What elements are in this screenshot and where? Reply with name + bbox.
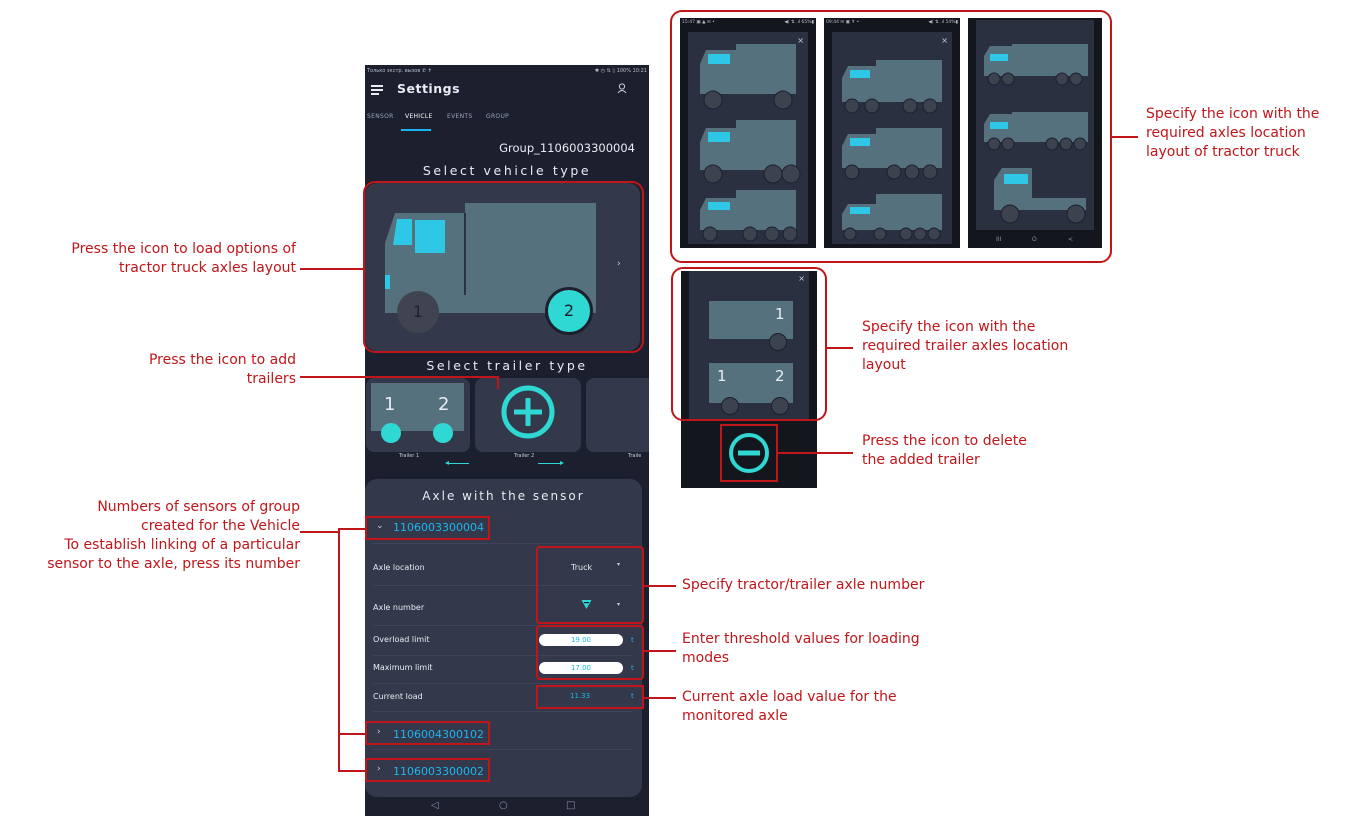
trailer-label-2: Trailer 2 (514, 453, 535, 459)
divider (373, 683, 633, 684)
connector-line (300, 531, 338, 533)
tab-sensor[interactable]: SENSOR (367, 113, 394, 120)
trailer-wheel-2 (433, 423, 453, 443)
annotation-add-trailers: Press the icon to add trailers (148, 352, 296, 387)
trailer-card-2[interactable] (475, 378, 581, 452)
annotation-sensor-numbers: Numbers of sensors of group created for … (47, 499, 300, 572)
axle-location-label: Axle location (373, 563, 425, 572)
highlight-trailer-options (671, 267, 827, 421)
connector-line (1112, 136, 1138, 138)
tab-events[interactable]: EVENTS (447, 113, 472, 120)
divider (373, 543, 633, 544)
trailer-label-1: Trailer 1 (399, 453, 420, 459)
highlight-truck-options (670, 10, 1112, 263)
scroll-right-arrow-icon[interactable] (538, 463, 560, 464)
connector-line (644, 650, 676, 652)
axle-number-label: Axle number (373, 603, 425, 612)
trailer-axle-label-2: 2 (438, 394, 450, 415)
menu-icon[interactable] (371, 84, 383, 95)
nav-home-icon[interactable]: ○ (499, 800, 508, 811)
trailer-card-3[interactable] (586, 378, 649, 452)
scroll-left-arrow-icon[interactable] (447, 463, 469, 464)
highlight-axle-selects (536, 546, 644, 624)
connector-line (778, 452, 853, 454)
annotation-thresholds: Enter threshold values for loading modes (682, 631, 920, 666)
connector-line (497, 376, 499, 389)
highlight-remove-trailer (720, 424, 778, 482)
annotation-load-truck-options: Press the icon to load options of tracto… (71, 241, 296, 276)
vehicle-section-title: Select vehicle type (422, 163, 592, 178)
annotation-axle-number: Specify tractor/trailer axle number (682, 577, 925, 593)
tab-group[interactable]: GROUP (486, 113, 509, 120)
trailer-section-title: Select trailer type (426, 358, 588, 373)
nav-back-icon[interactable]: ◁ (431, 800, 439, 811)
trailer-label-3: Traile (628, 453, 642, 459)
connector-line (338, 733, 365, 735)
highlight-sensor-2 (365, 721, 490, 745)
page-title: Settings (397, 81, 461, 96)
user-icon[interactable] (617, 83, 627, 94)
arrow-right-head-icon (560, 461, 564, 465)
connector-line (338, 528, 340, 772)
connector-line (644, 697, 676, 699)
maximum-limit-label: Maximum limit (373, 663, 433, 672)
axle-card-title: Axle with the sensor (422, 489, 585, 503)
active-tab-indicator (401, 129, 431, 131)
trailer-axle-label-1: 1 (384, 394, 396, 415)
highlight-limits (536, 625, 644, 680)
connector-line (644, 585, 676, 587)
annotation-current-load: Current axle load value for the monitore… (682, 689, 897, 724)
highlight-sensor-1 (365, 516, 490, 540)
group-name: Group_1106003300004 (499, 141, 635, 155)
nav-recent-icon[interactable]: □ (566, 800, 575, 811)
connector-line (300, 376, 498, 378)
highlight-current-load (536, 685, 644, 709)
annotation-trailer-layout: Specify the icon with the required trail… (862, 319, 1069, 373)
annotation-delete-trailer: Press the icon to delete the added trail… (862, 433, 1027, 468)
connector-line (338, 528, 365, 530)
annotation-truck-layout: Specify the icon with the required axles… (1146, 106, 1320, 160)
status-bar-right: ✱ ◷ ⇅ ▯ 100% 10:21 (594, 68, 647, 74)
connector-line (300, 268, 363, 270)
divider (373, 749, 633, 750)
tab-vehicle[interactable]: VEHICLE (405, 113, 433, 120)
overload-limit-label: Overload limit (373, 635, 430, 644)
connector-line (338, 770, 365, 772)
add-trailer-icon[interactable] (500, 384, 556, 440)
connector-line (827, 347, 853, 349)
arrow-left-head-icon (445, 461, 449, 465)
highlight-vehicle-card (363, 181, 644, 353)
current-load-label: Current load (373, 692, 423, 701)
divider (373, 711, 633, 712)
trailer-card-1[interactable]: 1 2 (366, 378, 470, 452)
trailer-wheel-1 (381, 423, 401, 443)
highlight-sensor-3 (365, 758, 490, 782)
status-bar-left: Только экстр. вызов ✆ ✝ (367, 68, 432, 74)
